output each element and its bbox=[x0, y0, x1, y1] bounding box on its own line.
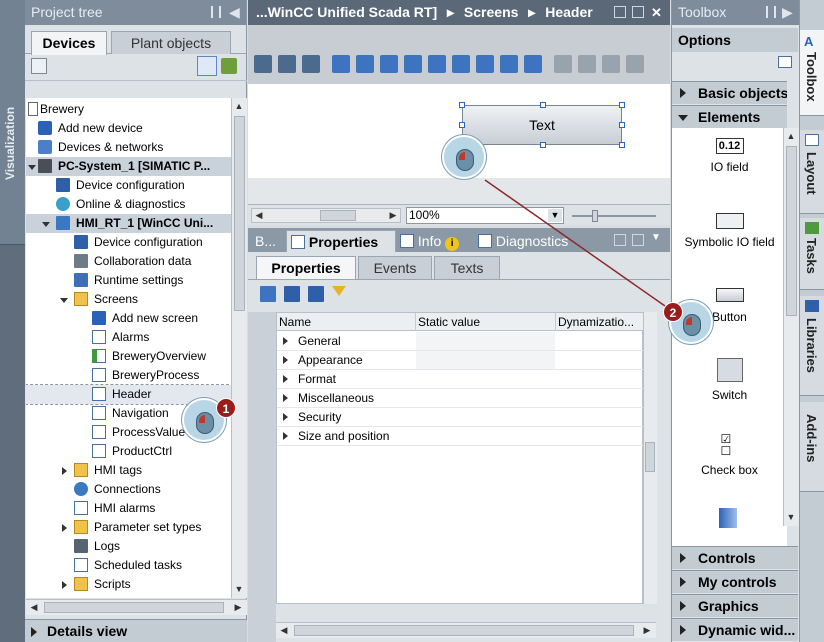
mouse-callout-1: 1 bbox=[182, 398, 236, 442]
callout-number-badge: 2 bbox=[663, 302, 683, 322]
mouse-callout-drop bbox=[442, 135, 486, 179]
callout-number-badge: 1 bbox=[216, 398, 236, 418]
mouse-icon bbox=[683, 314, 701, 336]
mouse-icon bbox=[196, 412, 214, 434]
mouse-callout-2: 2 bbox=[663, 300, 713, 344]
mouse-icon bbox=[456, 149, 474, 171]
drag-path-line bbox=[484, 179, 676, 314]
